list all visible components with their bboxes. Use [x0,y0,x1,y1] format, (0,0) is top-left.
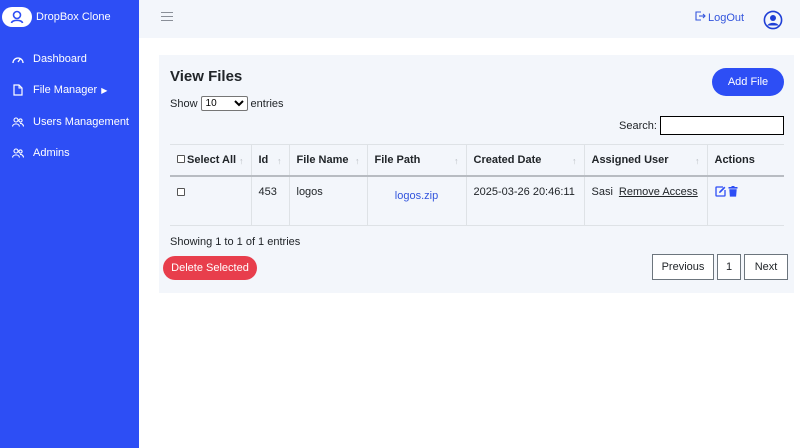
previous-page-button[interactable]: Previous [652,254,714,280]
sidebar-item-label: Dashboard [33,52,87,65]
page-1-button[interactable]: 1 [717,254,741,280]
id-cell: 453 [251,175,290,226]
sort-icon: ↑ [695,156,700,166]
sidebar-item-file-manager[interactable]: File Manager ▶ [0,75,139,107]
search-input[interactable] [660,116,784,135]
actions-header: Actions [707,144,784,177]
logout-link[interactable]: LogOut [695,11,744,24]
table-header-row: Select All ↑ Id ↑ File Name ↑ File Path … [170,144,784,177]
sort-icon: ↑ [355,156,360,166]
add-file-button[interactable]: Add File [712,68,784,96]
logout-label: LogOut [708,11,745,24]
page-title: View Files [170,68,243,85]
file-icon [12,84,24,96]
topbar: LogOut [139,0,800,38]
row-select-cell [170,175,252,226]
brand[interactable]: DropBox Clone [0,0,139,34]
file-path-header-label: File Path [374,153,421,166]
sidebar-item-label: Admins [33,147,70,160]
users-icon [12,116,24,128]
user-profile-icon[interactable] [763,10,783,30]
assigned-user-name: Sasi [591,185,613,198]
sort-icon: ↑ [572,156,577,166]
logout-icon [695,11,708,24]
row-checkbox[interactable] [177,187,185,196]
sidebar-item-dashboard[interactable]: Dashboard [0,43,139,75]
show-label: Show [170,97,198,110]
search-label: Search: [619,120,657,132]
file-path-header[interactable]: File Path ↑ [367,144,467,177]
sidebar-item-users-management[interactable]: Users Management [0,106,139,138]
remove-access-link[interactable]: Remove Access [619,186,698,198]
next-page-button[interactable]: Next [744,254,788,280]
table-info: Showing 1 to 1 of 1 entries [170,236,301,248]
sort-icon: ↑ [277,156,282,166]
brand-name: DropBox Clone [36,11,111,23]
pagination: Previous 1 Next [652,254,788,280]
file-name-header[interactable]: File Name ↑ [289,144,368,177]
file-name-cell: logos [289,175,368,226]
cloud-logo-icon [2,7,32,27]
created-date-cell: 2025-03-26 20:46:11 [466,175,585,226]
actions-header-label: Actions [714,153,755,166]
edit-icon[interactable] [714,185,726,197]
entries-label: entries [250,97,284,110]
trash-icon[interactable] [728,185,738,197]
actions-cell [707,175,784,226]
delete-selected-button[interactable]: Delete Selected [163,256,257,280]
sidebar-item-label: File Manager [33,84,98,97]
sort-icon: ↑ [239,156,244,166]
entries-select[interactable]: 10 [200,96,248,111]
entries-length-control: Show 10 entries [170,96,284,111]
file-path-link[interactable]: logos.zip [395,190,438,202]
sidebar-nav: Dashboard File Manager ▶ Users Managemen… [0,43,139,169]
users-icon [12,147,24,159]
created-date-header-label: Created Date [473,153,542,166]
caret-right-icon: ▶ [101,85,108,95]
sort-icon: ↑ [454,156,459,166]
sidebar-item-admins[interactable]: Admins [0,138,139,170]
assigned-user-header[interactable]: Assigned User ↑ [584,144,708,177]
hamburger-menu-icon[interactable] [161,12,173,23]
id-header[interactable]: Id ↑ [251,144,290,177]
file-path-cell: logos.zip [367,175,467,226]
assigned-user-cell: Sasi Remove Access [584,175,708,226]
assigned-user-header-label: Assigned User [591,153,669,166]
select-all-header[interactable]: Select All ↑ [170,144,252,177]
table-row: 453 logos logos.zip 2025-03-26 20:46:11 … [170,175,784,226]
created-date-header[interactable]: Created Date ↑ [466,144,585,177]
view-files-card: View Files Add File Show 10 entries Sear… [159,55,794,293]
sidebar: DropBox Clone Dashboard File Manager ▶ U… [0,0,139,448]
select-all-label: Select All [187,153,237,166]
files-table: Select All ↑ Id ↑ File Name ↑ File Path … [170,144,784,226]
id-header-label: Id [258,153,269,166]
sidebar-item-label: Users Management [33,115,129,128]
file-name-header-label: File Name [296,153,349,166]
dashboard-icon [12,53,24,65]
select-all-checkbox[interactable] [177,154,185,163]
